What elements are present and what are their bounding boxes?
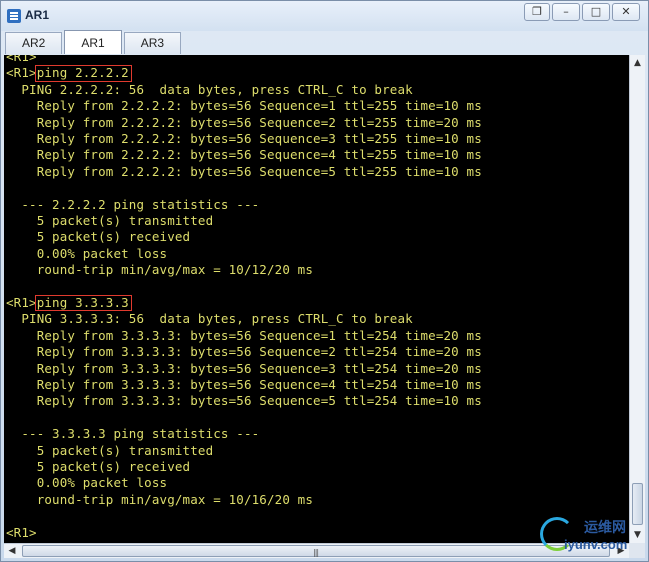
window-title: AR1 bbox=[25, 8, 50, 22]
minimize-button[interactable]: – bbox=[552, 3, 580, 21]
watermark-logo: 运维网 iyunv.com bbox=[538, 515, 646, 559]
scroll-grip-icon: ||| bbox=[313, 548, 319, 557]
terminal-line: Reply from 3.3.3.3: bytes=56 Sequence=2 … bbox=[6, 344, 482, 360]
tab-ar1[interactable]: AR1 bbox=[64, 30, 122, 54]
terminal-line: Reply from 2.2.2.2: bytes=56 Sequence=1 … bbox=[6, 98, 482, 114]
tab-ar3[interactable]: AR3 bbox=[123, 32, 182, 54]
command-highlight-box bbox=[34, 295, 132, 312]
maximize-button[interactable]: □ bbox=[582, 3, 610, 21]
terminal-line: 5 packet(s) transmitted bbox=[6, 213, 214, 228]
terminal-line: round-trip min/avg/max = 10/12/20 ms bbox=[6, 262, 314, 278]
terminal-line: Reply from 2.2.2.2: bytes=56 Sequence=2 … bbox=[6, 114, 482, 130]
title-bar[interactable]: AR1 ❐ – □ ✕ bbox=[1, 1, 648, 31]
close-button[interactable]: ✕ bbox=[612, 3, 640, 21]
terminal-line: Reply from 2.2.2.2: bytes=56 Sequence=4 … bbox=[6, 147, 482, 163]
terminal-line: 5 packet(s) received bbox=[6, 229, 191, 245]
horizontal-scroll-thumb[interactable]: ||| bbox=[22, 545, 610, 557]
watermark-cn-text: 运维网 bbox=[584, 520, 626, 536]
terminal-line: Reply from 3.3.3.3: bytes=56 Sequence=3 … bbox=[6, 360, 482, 376]
scroll-left-icon[interactable]: ◀ bbox=[4, 544, 20, 558]
terminal-line: Reply from 2.2.2.2: bytes=56 Sequence=5 … bbox=[6, 163, 482, 179]
terminal-line: 5 packet(s) received bbox=[6, 459, 191, 474]
terminal-line: 0.00% packet loss bbox=[6, 245, 168, 261]
terminal-line: <R1> bbox=[6, 55, 37, 64]
terminal-line: Reply from 3.3.3.3: bytes=56 Sequence=1 … bbox=[6, 327, 482, 343]
terminal-line: Reply from 3.3.3.3: bytes=56 Sequence=4 … bbox=[6, 377, 482, 392]
vertical-scrollbar[interactable]: ▲ ▼ bbox=[629, 55, 645, 543]
terminal-console[interactable]: <R1> <R1>ping 2.2.2.2 PING 2.2.2.2: 56 da… bbox=[4, 55, 629, 543]
terminal-line: PING 3.3.3.3: 56 data bytes, press CTRL_… bbox=[6, 311, 413, 327]
scroll-up-icon[interactable]: ▲ bbox=[630, 55, 645, 71]
terminal-line: <R1> bbox=[6, 524, 37, 540]
terminal-line: round-trip min/avg/max = 10/16/20 ms bbox=[6, 491, 314, 507]
window-controls: ❐ – □ ✕ bbox=[522, 3, 640, 21]
device-tabs: AR2 AR1 AR3 bbox=[5, 30, 183, 54]
tab-ar2[interactable]: AR2 bbox=[5, 32, 63, 54]
restore-button[interactable]: ❐ bbox=[524, 3, 550, 21]
terminal-line: --- 2.2.2.2 ping statistics --- bbox=[6, 196, 260, 212]
horizontal-scrollbar[interactable]: ◀ ||| ▶ bbox=[4, 543, 629, 558]
terminal-line: 0.00% packet loss bbox=[6, 475, 168, 491]
watermark-en-text: iyunv.com bbox=[564, 537, 628, 552]
command-highlight-box bbox=[34, 65, 132, 82]
terminal-line: PING 2.2.2.2: 56 data bytes, press CTRL_… bbox=[6, 81, 413, 97]
terminal-line: Reply from 3.3.3.3: bytes=56 Sequence=5 … bbox=[6, 393, 482, 409]
terminal-line: --- 3.3.3.3 ping statistics --- bbox=[6, 426, 260, 442]
terminal-line: 5 packet(s) transmitted bbox=[6, 442, 214, 458]
app-icon bbox=[7, 9, 21, 23]
terminal-line: Reply from 2.2.2.2: bytes=56 Sequence=3 … bbox=[6, 131, 482, 146]
